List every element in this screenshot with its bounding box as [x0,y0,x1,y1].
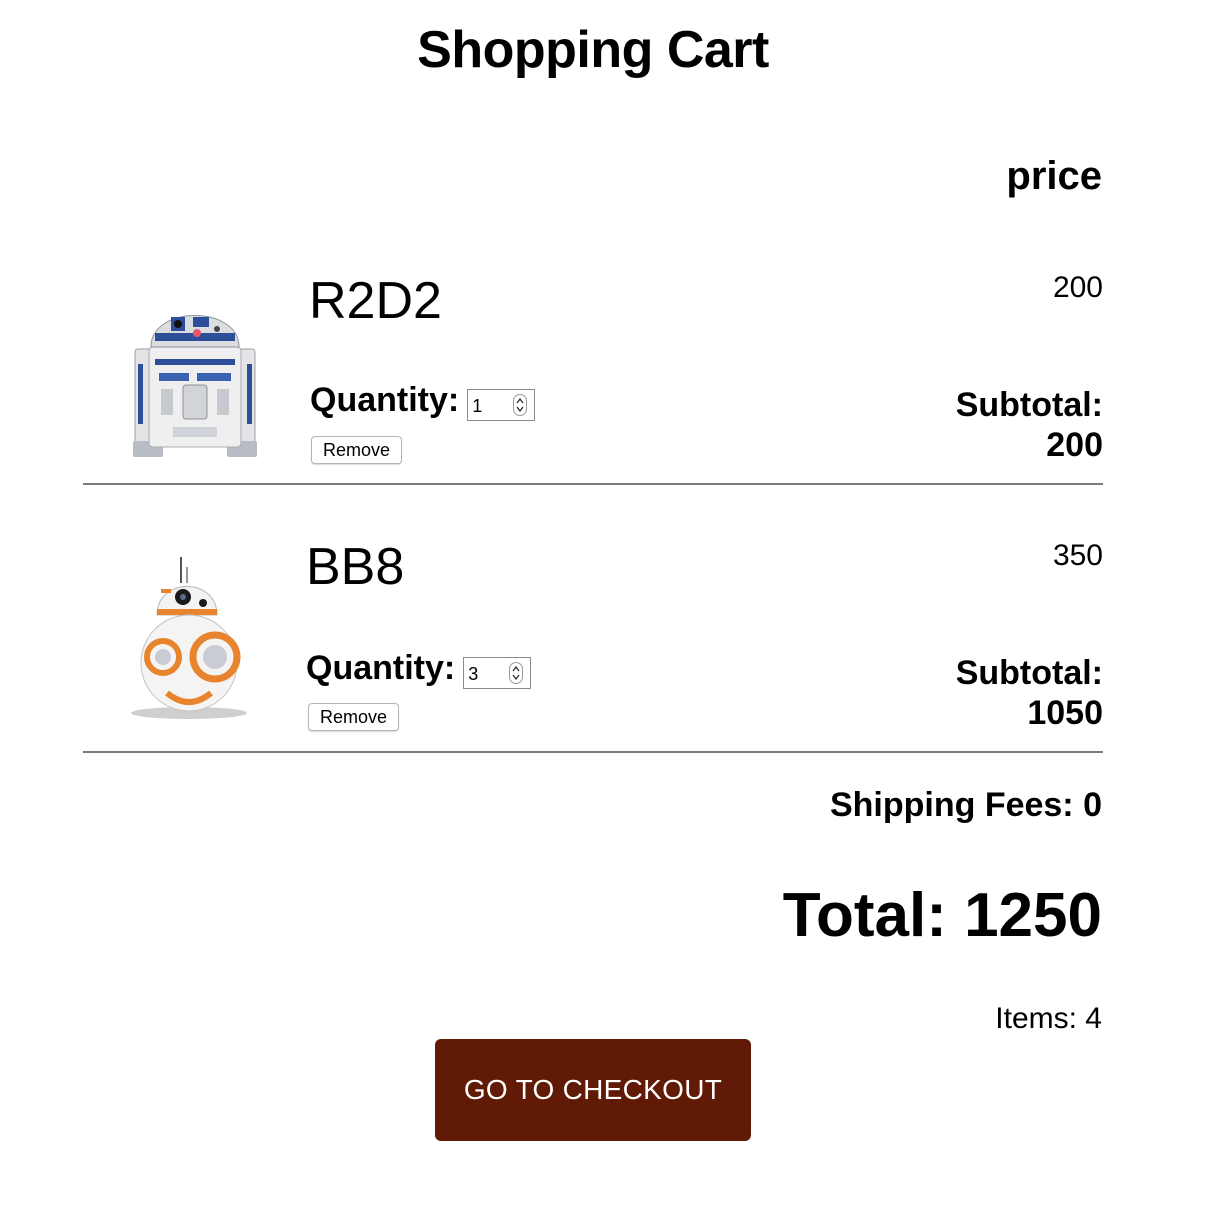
remove-button[interactable]: Remove [311,436,403,464]
cart-total: Total: 1250 [782,881,1102,950]
quantity-row: Quantity: 3 [306,647,532,689]
subtotal: Subtotal: 1050 [956,653,1103,733]
stepper-arrows-icon[interactable] [513,394,528,416]
items-count: Items: 4 [995,1002,1102,1035]
subtotal-value: 200 [1046,426,1103,464]
cart-item: R2D2 Quantity: 1 Remove 200 Subtotal: 20… [83,217,1103,485]
product-name: BB8 [306,538,405,596]
cart-item: BB8 Quantity: 3 Remove 350 Subtotal: 105… [83,485,1103,753]
quantity-stepper[interactable]: 3 [463,657,532,689]
shipping-fees: Shipping Fees: 0 [829,786,1102,824]
quantity-label: Quantity: [310,380,460,419]
checkout-button[interactable]: GO TO CHECKOUT [435,1039,751,1141]
subtotal-label: Subtotal: [955,386,1103,424]
product-name: R2D2 [309,272,442,330]
r2d2-robot-image [133,315,257,457]
unit-price: 200 [1052,271,1103,304]
subtotal-label: Subtotal: [955,654,1103,692]
subtotal-value: 1050 [1027,694,1103,732]
subtotal: Subtotal: 200 [956,385,1103,465]
quantity-value: 3 [468,664,479,684]
quantity-value: 1 [472,396,483,416]
page-title: Shopping Cart [417,21,769,79]
bb8-robot-image [131,557,247,719]
quantity-label: Quantity: [306,648,456,687]
unit-price: 350 [1052,539,1103,572]
quantity-row: Quantity: 1 [310,379,536,421]
remove-button[interactable]: Remove [308,703,400,731]
price-column-header: price [1006,154,1102,198]
quantity-stepper[interactable]: 1 [467,389,536,421]
stepper-arrows-icon[interactable] [509,662,524,684]
